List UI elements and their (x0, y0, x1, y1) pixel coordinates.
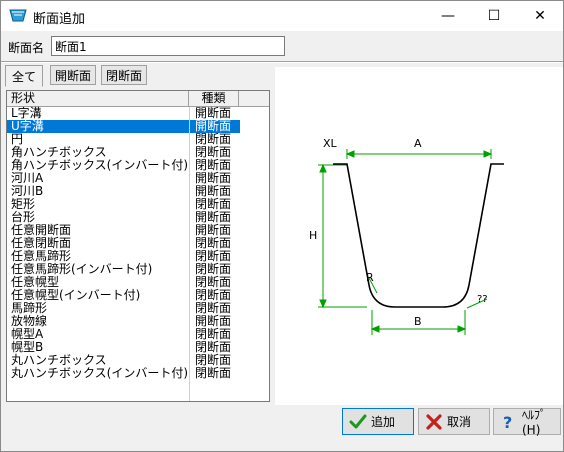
tab-open-section[interactable]: 開断面 (50, 65, 96, 85)
h-bottom-arrow (319, 299, 327, 309)
label-h: H (309, 229, 317, 242)
label-q: ?? (477, 294, 488, 305)
a-right-arrow (483, 150, 493, 158)
shape-type: 閉断面 (195, 366, 232, 380)
close-button[interactable]: ✕ (517, 1, 563, 31)
b-left-arrow (370, 325, 380, 333)
u-channel-diagram: XL A H R B ?? (309, 137, 504, 335)
title-bar[interactable]: 断面追加 — ☐ ✕ (1, 1, 563, 31)
svg-text:?: ? (503, 413, 512, 431)
shape-name: 丸ハンチボックス(インバート付) (11, 366, 189, 380)
dialog-window: 断面追加 — ☐ ✕ 断面名 全て 開断面 閉断面 形状 種類 L字溝開断面U字… (0, 0, 564, 452)
question-icon: ? (500, 413, 518, 432)
window-title: 断面追加 (33, 12, 86, 27)
label-r: R (366, 271, 374, 284)
cancel-button[interactable]: 取消 (418, 408, 490, 435)
section-name-input[interactable] (51, 36, 285, 56)
status-bar (1, 437, 563, 451)
label-xl: XL (323, 137, 338, 150)
h-top-arrow (319, 163, 327, 173)
tab-all[interactable]: 全て (5, 65, 43, 87)
add-button[interactable]: 追加 (342, 408, 414, 435)
divider (1, 61, 563, 63)
column-header-type[interactable]: 種類 (189, 91, 239, 107)
help-button[interactable]: ? ﾍﾙﾌﾟ(H) (493, 408, 561, 437)
check-icon (349, 413, 367, 431)
help-button-label: ﾍﾙﾌﾟ(H) (522, 408, 547, 437)
maximize-button[interactable]: ☐ (471, 1, 517, 31)
minimize-button[interactable]: — (425, 1, 471, 31)
column-header-shape[interactable]: 形状 (7, 91, 189, 107)
cancel-button-label: 取消 (447, 415, 472, 429)
list-rows: L字溝 開断面 U字溝 開断面円閉断面 角ハンチボックス 閉断面 角ハンチボックス(インバー… (7, 107, 269, 380)
list-header: 形状 種類 (7, 91, 269, 107)
section-name-label: 断面名 (8, 41, 45, 55)
app-icon (9, 8, 27, 24)
list-item[interactable]: 丸ハンチボックス(インバート付) 閉断面 (7, 367, 269, 380)
add-button-label: 追加 (371, 415, 396, 429)
u-channel-outline (333, 163, 504, 308)
b-right-arrow (457, 325, 467, 333)
a-left-arrow (345, 150, 355, 158)
section-preview: XL A H R B ?? (275, 67, 563, 405)
shape-list[interactable]: 形状 種類 L字溝 開断面 U字溝 開断面円閉断面 角ハンチボックス 閉断面 角ハンチボック… (6, 90, 270, 402)
label-b: B (414, 315, 422, 328)
tab-closed-section[interactable]: 閉断面 (101, 65, 147, 85)
cross-icon (425, 413, 443, 431)
label-a: A (414, 137, 422, 150)
